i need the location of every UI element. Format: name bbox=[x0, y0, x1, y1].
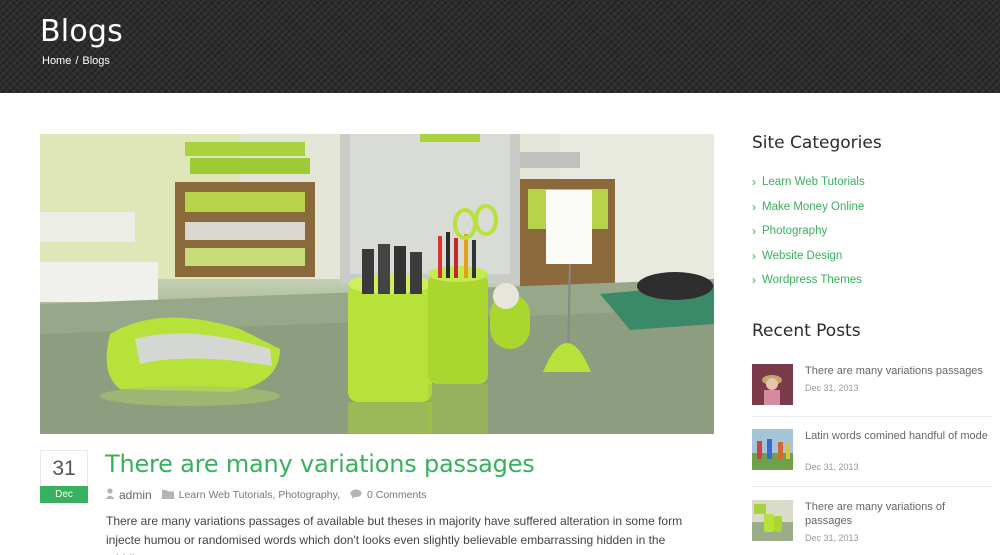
category-link[interactable]: Learn Web Tutorials bbox=[762, 176, 865, 188]
category-item[interactable]: › Make Money Online bbox=[752, 195, 865, 220]
recent-post-date: Dec 31, 2013 bbox=[805, 533, 859, 543]
category-link[interactable]: Website Design bbox=[762, 250, 842, 262]
chevron-right-icon: › bbox=[752, 273, 756, 288]
recent-post-date: Dec 31, 2013 bbox=[805, 383, 859, 393]
divider bbox=[752, 486, 992, 487]
recent-post-title[interactable]: There are many variations of passages bbox=[805, 500, 990, 528]
recent-post-item[interactable]: Latin words comined handful of mode Dec … bbox=[752, 429, 992, 473]
category-item[interactable]: › Learn Web Tutorials bbox=[752, 170, 865, 195]
page-title: Blogs bbox=[40, 14, 123, 49]
breadcrumb-home-link[interactable]: Home bbox=[42, 55, 71, 67]
category-item[interactable]: › Wordpress Themes bbox=[752, 268, 865, 293]
folder-icon bbox=[161, 489, 174, 502]
post-category-link[interactable]: Learn Web Tutorials bbox=[179, 489, 273, 501]
post-categories: Learn Web Tutorials, Photography, bbox=[161, 489, 340, 502]
post-category-link[interactable]: Photography bbox=[278, 489, 337, 501]
post-excerpt: There are many variations passages of av… bbox=[106, 514, 683, 555]
recent-post-title[interactable]: Latin words comined handful of mode bbox=[805, 429, 990, 443]
site-categories-title: Site Categories bbox=[752, 133, 882, 153]
featured-image[interactable] bbox=[40, 134, 714, 434]
category-link[interactable]: Make Money Online bbox=[762, 201, 864, 213]
category-list: › Learn Web Tutorials › Make Money Online … bbox=[752, 170, 865, 293]
chevron-right-icon: › bbox=[752, 224, 756, 239]
recent-posts-title: Recent Posts bbox=[752, 321, 861, 341]
comment-icon bbox=[350, 489, 362, 502]
page-banner: Blogs Home / Blogs bbox=[0, 0, 1000, 93]
chevron-right-icon: › bbox=[752, 175, 756, 190]
recent-post-thumbnail[interactable] bbox=[752, 500, 793, 541]
post-comments-link[interactable]: 0 Comments bbox=[367, 489, 427, 501]
post-comments: 0 Comments bbox=[350, 489, 427, 502]
category-item[interactable]: › Photography bbox=[752, 219, 865, 244]
breadcrumb: Home / Blogs bbox=[42, 55, 110, 67]
breadcrumb-separator: / bbox=[75, 55, 79, 67]
divider bbox=[752, 416, 992, 417]
post-date-badge: 31 Dec bbox=[40, 450, 88, 503]
category-link[interactable]: Wordpress Themes bbox=[762, 274, 862, 286]
post-date-day: 31 bbox=[52, 457, 76, 480]
breadcrumb-current: Blogs bbox=[82, 55, 110, 67]
post-meta: admin Learn Web Tutorials, Photography, … bbox=[105, 488, 437, 502]
chevron-right-icon: › bbox=[752, 248, 756, 263]
recent-post-thumbnail[interactable] bbox=[752, 364, 793, 405]
recent-post-title[interactable]: There are many variations passages bbox=[805, 364, 990, 378]
recent-post-date: Dec 31, 2013 bbox=[805, 462, 859, 472]
post-date-month: Dec bbox=[40, 486, 88, 503]
recent-post-thumbnail[interactable] bbox=[752, 429, 793, 470]
user-icon bbox=[105, 488, 115, 502]
category-item[interactable]: › Website Design bbox=[752, 244, 865, 269]
post-author: admin bbox=[105, 488, 152, 502]
recent-post-item[interactable]: There are many variations of passages De… bbox=[752, 500, 992, 544]
post-author-link[interactable]: admin bbox=[119, 488, 152, 502]
post-title-link[interactable]: There are many variations passages bbox=[105, 450, 535, 478]
category-link[interactable]: Photography bbox=[762, 225, 827, 237]
recent-post-item[interactable]: There are many variations passages Dec 3… bbox=[752, 364, 992, 408]
chevron-right-icon: › bbox=[752, 199, 756, 214]
